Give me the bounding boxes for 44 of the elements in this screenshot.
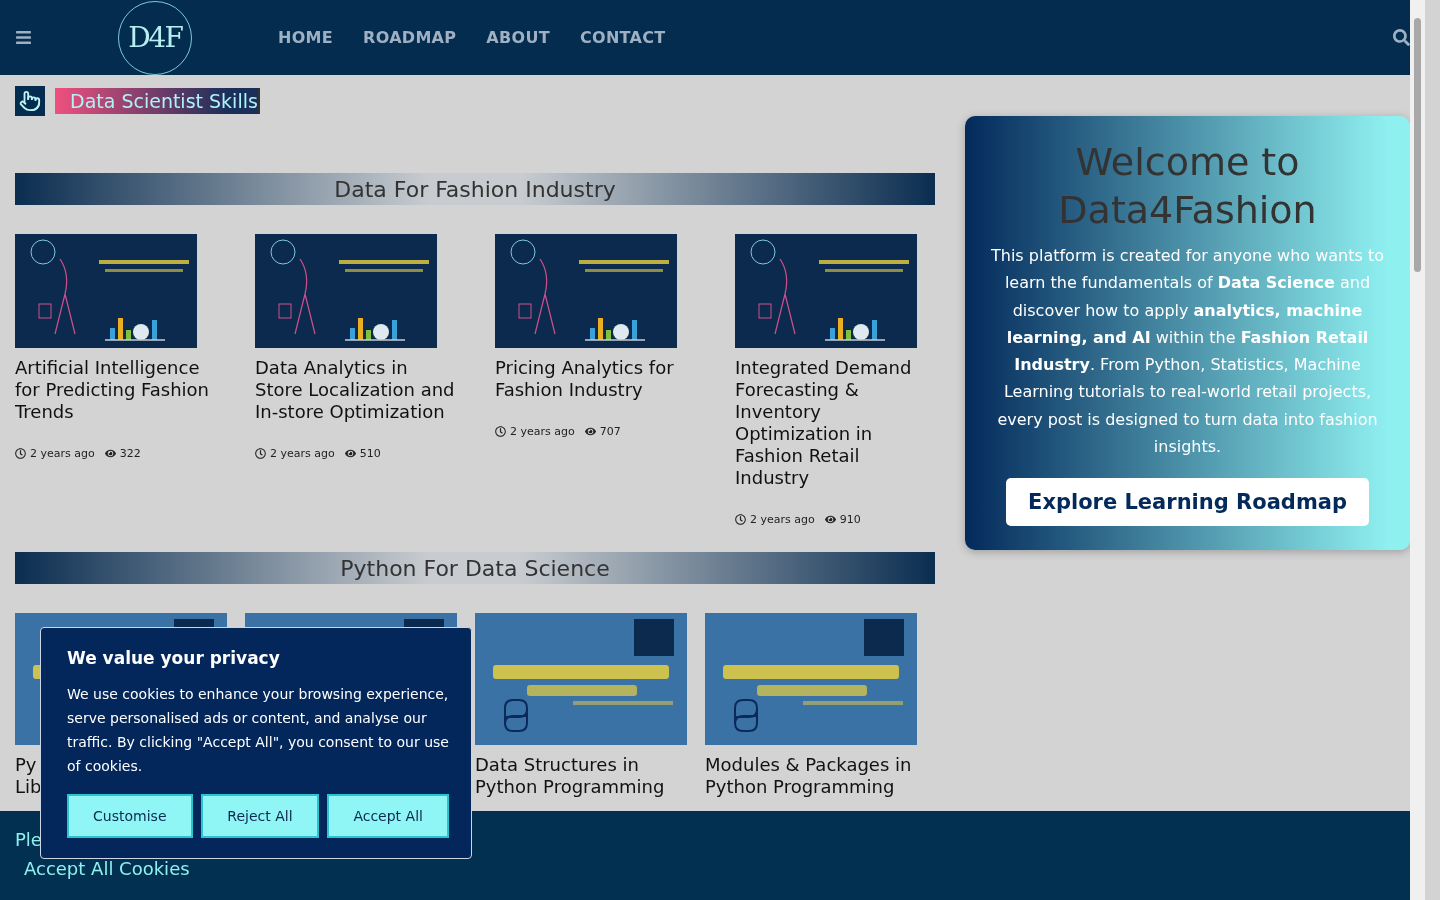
accept-cookies-link[interactable]: Accept All Cookies	[24, 858, 190, 879]
clock-icon	[495, 426, 506, 437]
nav-link[interactable]: ROADMAP	[363, 28, 457, 47]
section-heading: Python For Data Science	[15, 552, 935, 584]
post-title[interactable]: Pricing Analytics for Fashion Industry	[495, 357, 695, 401]
dialog-text: We use cookies to enhance your browsing experience, serve personalised ads or content, and analyse our traffic. By clicking "Accept All", you consent to our use of cookies.	[67, 685, 449, 776]
nav-link[interactable]: ABOUT	[486, 28, 550, 47]
view-count: 510	[344, 447, 381, 460]
post-title[interactable]: Artificial Intelligence for Predicting Fashion Trends	[15, 357, 215, 423]
post-title[interactable]: Data Analytics in Store Localization and In-store Optimization	[255, 357, 455, 423]
menu-button[interactable]	[15, 29, 32, 46]
post-age: 2 years ago	[255, 447, 335, 460]
eye-icon	[104, 448, 116, 459]
post-title[interactable]: Modules & Packages in Python Programming	[705, 754, 917, 798]
consent-button[interactable]: Accept All	[327, 794, 449, 838]
eye-icon	[824, 514, 836, 525]
clock-icon	[15, 448, 26, 459]
consent-button[interactable]: Reject All	[200, 794, 320, 838]
section-heading: Data For Fashion Industry	[15, 173, 935, 205]
nav-link[interactable]: CONTACT	[579, 28, 666, 47]
post-title[interactable]: Integrated Demand Forecasting & Inventory Optimization in Fashion Retail Industry	[735, 357, 935, 489]
clock-icon	[255, 448, 266, 459]
post-age: 2 years ago	[735, 513, 815, 526]
dialog-title: We value your privacy	[67, 648, 281, 668]
typed-headline: Data Scientist Skills	[55, 88, 260, 114]
roadmap-button[interactable]: Explore Learning Roadmap	[1006, 478, 1369, 527]
welcome-text: This platform is created for anyone who wants to learn the fundamentals of Data Science and discover how to apply analytics, machine learning, and AI within the Fashion Retail Industry. From Python, Statistics, Machine Learning tutorials to real-world retail projects, every post is designed to turn data into fashion insights.	[990, 245, 1385, 459]
view-count: 910	[824, 513, 861, 526]
consent-button[interactable]: Customise	[67, 794, 193, 838]
view-count: 322	[104, 447, 141, 460]
banner-text: Ple	[15, 829, 43, 850]
post-age: 2 years ago	[15, 447, 95, 460]
view-count: 707	[584, 425, 621, 438]
search-button[interactable]	[1393, 29, 1410, 46]
scroll-thumb[interactable]	[1414, 18, 1421, 272]
scrollbar[interactable]	[1410, 0, 1425, 900]
clock-icon	[735, 514, 746, 525]
welcome-title: Welcome to Data4Fashion	[1057, 139, 1318, 234]
post-title[interactable]: Data Structures in Python Programming	[475, 754, 687, 798]
eye-icon	[584, 426, 596, 437]
eye-icon	[344, 448, 356, 459]
post-age: 2 years ago	[495, 425, 575, 438]
nav-link[interactable]: HOME	[278, 28, 334, 47]
hand-pointer-icon	[15, 86, 45, 116]
